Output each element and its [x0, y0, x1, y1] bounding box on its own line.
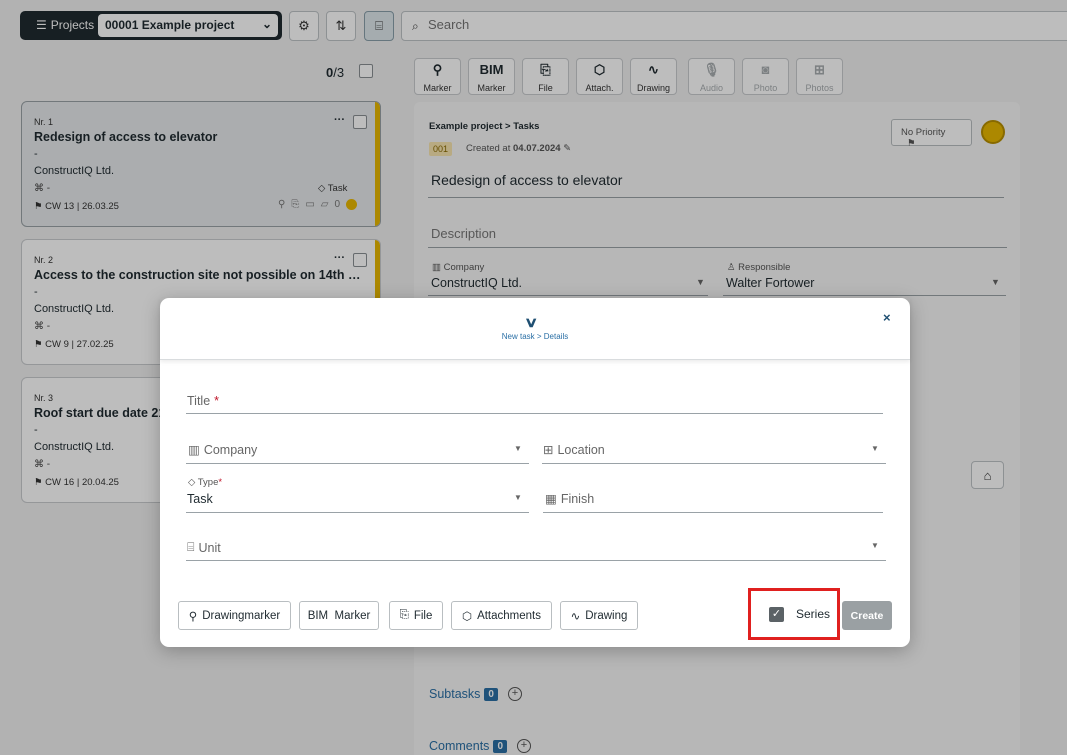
cube-icon: ⬡ [462, 610, 473, 623]
type-select[interactable] [186, 476, 529, 513]
required-mark: * [218, 477, 223, 488]
type-value: Task [187, 492, 213, 506]
finish-label-text: Finish [560, 491, 595, 506]
title-label-text: Title [187, 394, 211, 408]
drawingmarker-button[interactable]: ⚲ Drawingmarker [178, 601, 291, 630]
drawingmarker-label: Drawingmarker [202, 609, 281, 622]
company-label: ▥ Company [188, 442, 258, 458]
create-button[interactable]: Create [842, 601, 892, 630]
bim-marker-button[interactable]: BIM Marker [299, 601, 379, 630]
location-label-text: Location [557, 442, 605, 457]
title-field[interactable] [186, 386, 883, 414]
unit-label-text: Unit [198, 540, 221, 555]
chevron-down-icon: ▼ [871, 444, 879, 453]
chevron-down-icon: ▼ [514, 444, 522, 453]
signature-icon: ∿ [570, 610, 581, 623]
map-pin-icon: ⚲ [188, 610, 198, 623]
unit-icon: ⌸ [187, 540, 195, 554]
modal-breadcrumb: New task > Details [501, 332, 569, 341]
attachments-label: Attachments [477, 609, 541, 622]
close-icon[interactable]: × [883, 310, 891, 325]
series-checkbox[interactable]: ✓ [769, 607, 784, 622]
bim-marker-label: BIM Marker [307, 609, 371, 622]
title-label: Title * [187, 394, 219, 408]
unit-label: ⌸ Unit [187, 540, 221, 555]
map-icon: ⊞ [543, 443, 554, 457]
calendar-icon: ▦ [545, 492, 557, 506]
new-task-modal: ∨ New task > Details × Title * ▥ Company ▼… [160, 298, 910, 647]
type-label-text: Type [197, 477, 219, 488]
required-mark: * [214, 394, 220, 408]
file-button[interactable]: ⎘ File [389, 601, 443, 630]
type-label: ◇ Type* [188, 477, 222, 488]
finish-label: ▦ Finish [545, 491, 595, 507]
drawing-label: Drawing [585, 609, 628, 622]
file-label: File [413, 609, 433, 622]
company-label-text: Company [203, 442, 258, 457]
attachments-button[interactable]: ⬡ Attachments [451, 601, 552, 630]
paperclip-icon: ⎘ [399, 609, 409, 621]
modal-header: ∨ New task > Details × [160, 298, 910, 360]
tag-icon: ◇ [188, 477, 196, 488]
unit-select[interactable] [186, 534, 886, 561]
collapse-chevron-icon[interactable]: ∨ [524, 314, 538, 331]
drawing-button[interactable]: ∿ Drawing [560, 601, 638, 630]
chevron-down-icon: ▼ [871, 541, 879, 550]
chevron-down-icon: ▼ [514, 493, 522, 502]
building-icon: ▥ [188, 443, 200, 457]
location-label: ⊞ Location [543, 442, 605, 458]
series-label[interactable]: Series [796, 607, 830, 621]
